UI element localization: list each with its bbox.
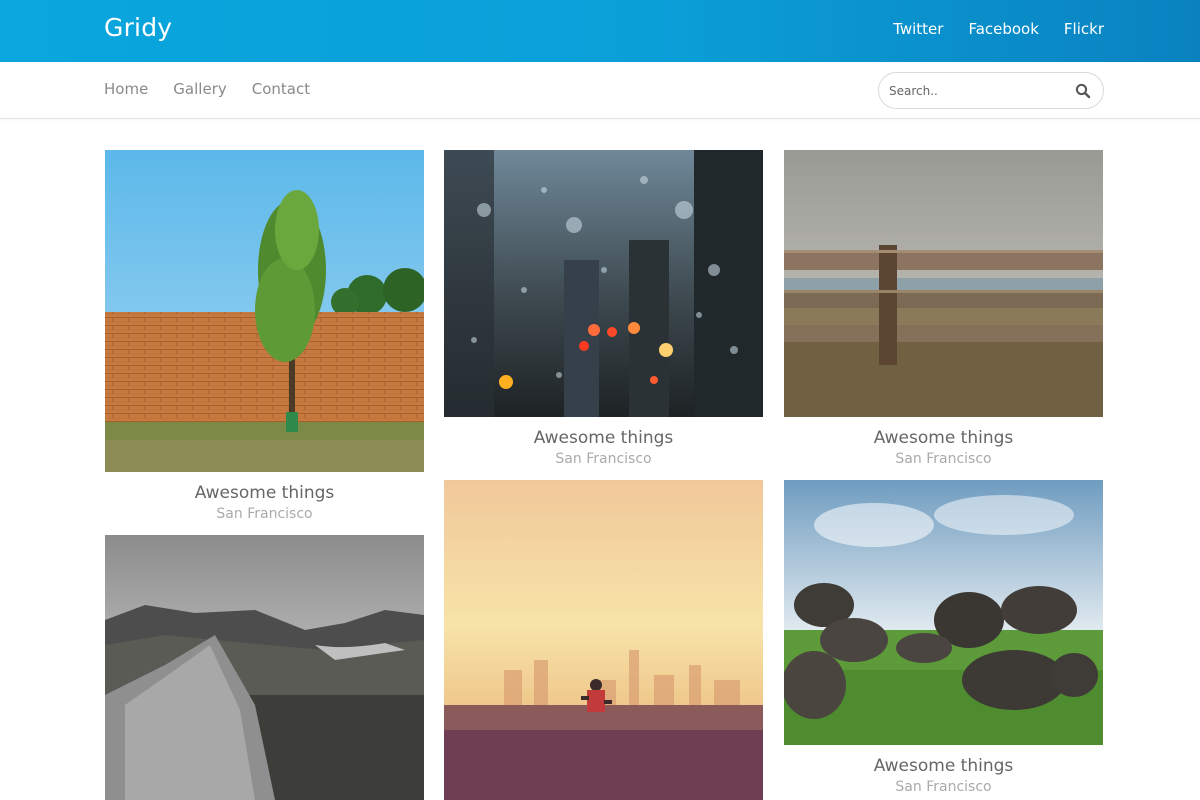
- nav-item-home[interactable]: Home: [104, 80, 148, 98]
- gallery-image-stones[interactable]: [784, 480, 1103, 745]
- social-links: Twitter Facebook Flickr: [893, 20, 1104, 38]
- search-input[interactable]: [889, 81, 1059, 101]
- gallery-image-mountain[interactable]: [105, 535, 424, 800]
- gallery-location: San Francisco: [216, 506, 313, 522]
- gallery-image-sunset[interactable]: [444, 480, 763, 800]
- gallery-title[interactable]: Awesome things: [784, 755, 1103, 777]
- gallery-item: [444, 480, 763, 800]
- gallery-image-tree[interactable]: [105, 150, 424, 472]
- nav-bar: Home Gallery Contact: [0, 62, 1200, 119]
- gallery-item: [105, 535, 424, 800]
- search-icon[interactable]: [1075, 83, 1091, 99]
- gallery-item: Awesome things San Francisco: [784, 480, 1103, 797]
- gallery-caption: Awesome things San Francisco: [105, 482, 424, 524]
- brand-logo[interactable]: Gridy: [104, 13, 172, 42]
- top-bar: Gridy Twitter Facebook Flickr: [0, 0, 1200, 62]
- gallery-title[interactable]: Awesome things: [784, 427, 1103, 449]
- gallery-caption: Awesome things San Francisco: [784, 427, 1103, 469]
- social-link-twitter[interactable]: Twitter: [893, 20, 943, 38]
- social-link-facebook[interactable]: Facebook: [968, 20, 1038, 38]
- gallery-item: Awesome things San Francisco: [444, 150, 763, 469]
- nav-item-contact[interactable]: Contact: [252, 80, 310, 98]
- gallery-caption: Awesome things San Francisco: [444, 427, 763, 469]
- gallery-item: Awesome things San Francisco: [784, 150, 1103, 469]
- gallery-item: Awesome things San Francisco: [105, 150, 424, 524]
- gallery-location: San Francisco: [555, 451, 652, 467]
- gallery-location: San Francisco: [895, 451, 992, 467]
- gallery-title[interactable]: Awesome things: [444, 427, 763, 449]
- gallery-caption: Awesome things San Francisco: [784, 755, 1103, 797]
- gallery-location: San Francisco: [895, 779, 992, 795]
- nav-item-gallery[interactable]: Gallery: [173, 80, 226, 98]
- gallery-image-rain[interactable]: [444, 150, 763, 417]
- gallery-title[interactable]: Awesome things: [105, 482, 424, 504]
- social-link-flickr[interactable]: Flickr: [1064, 20, 1104, 38]
- gallery-image-fence[interactable]: [784, 150, 1103, 417]
- search-box: [878, 72, 1104, 109]
- main-menu: Home Gallery Contact: [104, 80, 310, 98]
